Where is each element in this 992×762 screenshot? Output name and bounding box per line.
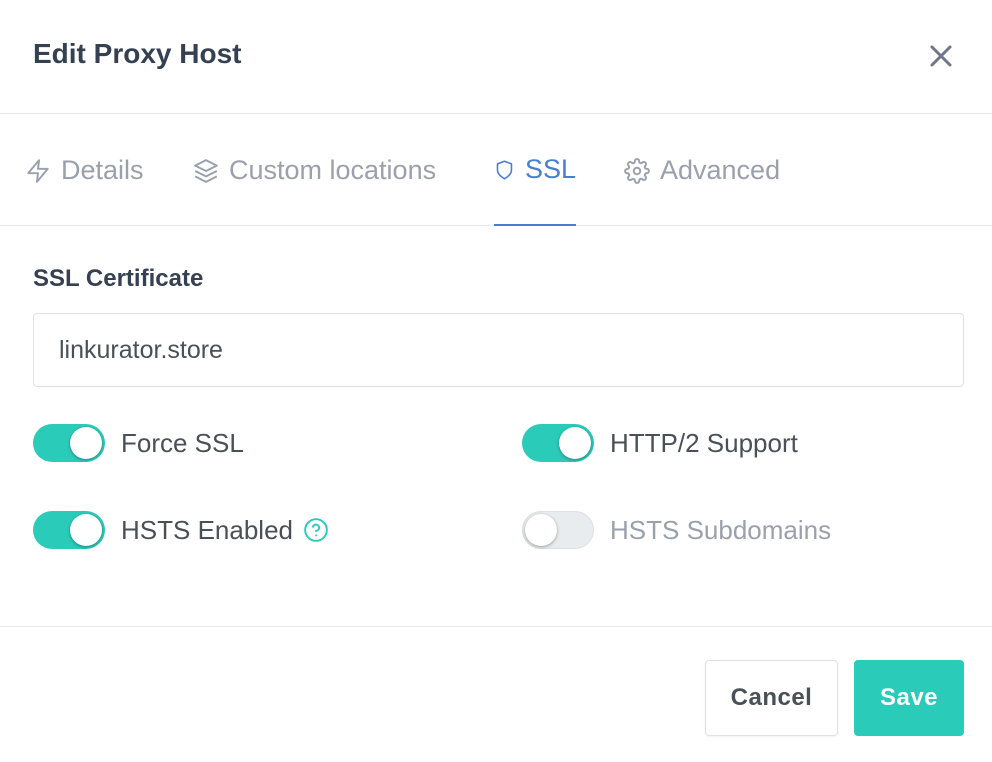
hsts-subdomains-switch[interactable]: HSTS Subdomains	[522, 511, 831, 549]
tab-ssl-label: SSL	[524, 154, 576, 184]
hsts-subdomains-toggle[interactable]	[522, 511, 594, 549]
ssl-certificate-value: linkurator.store	[59, 335, 223, 364]
toggle-knob	[70, 427, 102, 459]
force-ssl-toggle[interactable]	[33, 424, 105, 462]
close-button[interactable]	[925, 40, 957, 72]
close-icon[interactable]	[925, 40, 957, 72]
help-icon[interactable]	[303, 517, 329, 543]
tab-details-label: Details	[61, 155, 144, 185]
cancel-button[interactable]: Cancel	[705, 660, 838, 736]
http2-support-label: HTTP/2 Support	[610, 427, 798, 458]
http2-support-switch[interactable]: HTTP/2 Support	[522, 424, 798, 462]
toggle-knob	[70, 514, 102, 546]
modal-header: Edit Proxy Host	[0, 0, 992, 114]
hsts-enabled-toggle[interactable]	[33, 511, 105, 549]
ssl-certificate-label: SSL Certificate	[33, 265, 204, 292]
layers-icon	[194, 158, 218, 183]
gear-icon	[624, 157, 650, 184]
toggle-knob	[559, 427, 591, 459]
modal-title: Edit Proxy Host	[33, 38, 242, 69]
save-button[interactable]: Save	[854, 660, 964, 736]
tab-bar: Details Custom locations SSL Advanced	[0, 115, 992, 226]
force-ssl-label: Force SSL	[121, 427, 244, 458]
tab-custom-locations-label: Custom locations	[229, 155, 437, 185]
ssl-certificate-select[interactable]: linkurator.store	[33, 313, 964, 387]
hsts-enabled-switch[interactable]: HSTS Enabled	[33, 511, 329, 549]
hsts-subdomains-label: HSTS Subdomains	[610, 514, 832, 545]
tab-advanced-label: Advanced	[660, 155, 781, 185]
force-ssl-switch[interactable]: Force SSL	[33, 424, 244, 462]
tab-details[interactable]: Details	[25, 115, 144, 226]
toggle-knob	[525, 514, 557, 546]
tab-ssl[interactable]: SSL	[494, 115, 576, 226]
shield-icon	[496, 159, 513, 180]
tab-advanced[interactable]: Advanced	[624, 115, 780, 226]
hsts-enabled-label: HSTS Enabled	[121, 514, 293, 545]
modal-footer: Cancel Save	[0, 626, 992, 762]
lightning-icon	[27, 158, 49, 183]
tab-custom-locations[interactable]: Custom locations	[193, 115, 436, 226]
http2-support-toggle[interactable]	[522, 424, 594, 462]
